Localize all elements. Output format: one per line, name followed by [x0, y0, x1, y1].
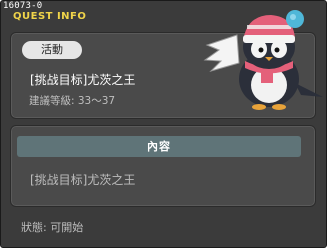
quest-info-window: 16073-0 QUEST INFO 活動 [挑战目标]尤茨之王 建議等級: 3… — [0, 0, 327, 248]
quest-name: [挑战目标]尤茨之王 — [30, 73, 136, 87]
quest-content-panel: 內容 [挑战目标]尤茨之王 — [10, 125, 316, 207]
penguin-mascot-icon — [203, 10, 323, 110]
content-header: 內容 — [17, 136, 301, 157]
quest-category-badge: 活動 — [22, 41, 82, 59]
quest-id-label: 16073-0 — [3, 1, 43, 11]
recommended-level: 建議等級: 33～37 — [29, 95, 116, 107]
content-text: [挑战目标]尤茨之王 — [30, 173, 136, 187]
window-title: QUEST INFO — [13, 11, 87, 22]
quest-status: 狀態: 可開始 — [21, 221, 84, 234]
